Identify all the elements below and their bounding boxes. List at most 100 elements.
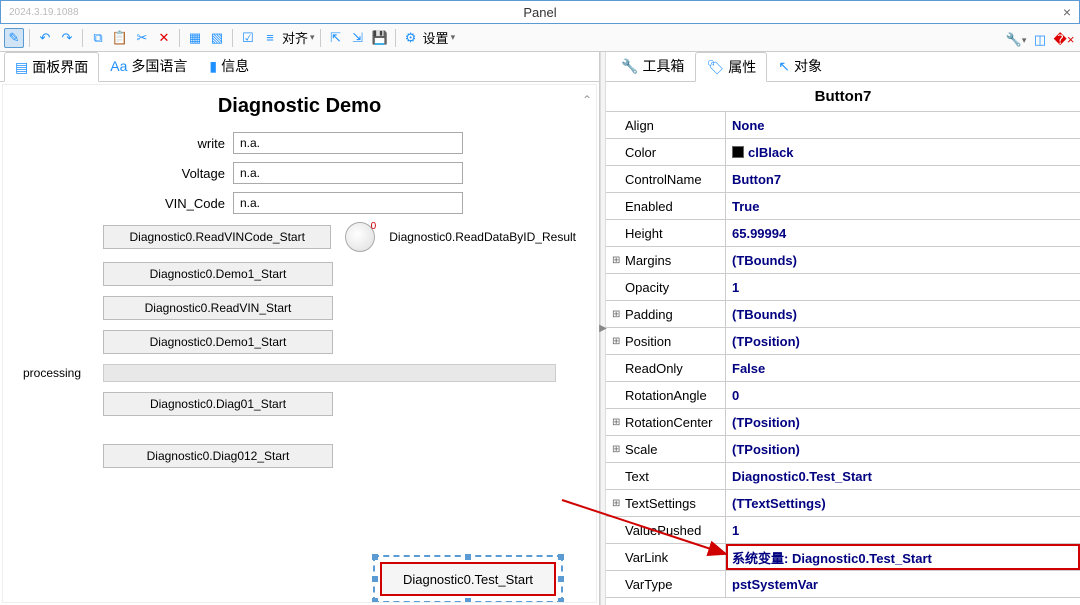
import-icon[interactable]: ⇲ <box>348 28 368 48</box>
btn-diag012[interactable]: Diagnostic0.Diag012_Start <box>103 444 333 468</box>
prop-value[interactable]: (TPosition) <box>726 328 1080 354</box>
prop-value[interactable]: 1 <box>726 274 1080 300</box>
prop-row[interactable]: VarTypepstSystemVar <box>606 571 1080 598</box>
prop-key: Opacity <box>625 280 669 295</box>
input-voltage[interactable] <box>233 162 463 184</box>
align-dropdown[interactable]: 对齐▾ <box>282 28 315 47</box>
check-icon[interactable]: ☑ <box>238 28 258 48</box>
tab-properties[interactable]: 🏷属性 <box>695 52 767 82</box>
label-result: Diagnostic0.ReadDataByID_Result <box>389 230 576 244</box>
prop-row[interactable]: ⊞Padding(TBounds) <box>606 301 1080 328</box>
tab-toolbox[interactable]: 🔧工具箱 <box>610 51 695 81</box>
export-icon[interactable]: ⇱ <box>326 28 346 48</box>
tab-multilang[interactable]: Aa多国语言 <box>99 51 198 81</box>
right-tabstrip: 🔧工具箱 🏷属性 ↖对象 <box>606 52 1080 82</box>
prop-row[interactable]: ⊞Scale(TPosition) <box>606 436 1080 463</box>
copy-icon[interactable]: ⧉ <box>88 28 108 48</box>
btn-demo1-b[interactable]: Diagnostic0.Demo1_Start <box>103 330 333 354</box>
close-red-icon[interactable]: �× <box>1054 30 1074 50</box>
tab-objects[interactable]: ↖对象 <box>767 51 833 81</box>
input-write[interactable] <box>233 132 463 154</box>
prop-value[interactable]: (TPosition) <box>726 409 1080 435</box>
window-icon[interactable]: ◫ <box>1030 30 1050 50</box>
cut-icon[interactable]: ✂ <box>132 28 152 48</box>
align-icon[interactable]: ≡ <box>260 28 280 48</box>
prop-value[interactable]: 1 <box>726 517 1080 543</box>
edit-tool-icon[interactable]: ✎ <box>4 28 24 48</box>
prop-value[interactable]: True <box>726 193 1080 219</box>
btn-read-vincode[interactable]: Diagnostic0.ReadVINCode_Start <box>103 225 331 249</box>
prop-row[interactable]: Enabled True <box>606 193 1080 220</box>
prop-key: ValuePushed <box>625 523 701 538</box>
prop-row[interactable]: ⊞TextSettings(TTextSettings) <box>606 490 1080 517</box>
prop-key: VarLink <box>625 550 668 565</box>
prop-value[interactable]: 系统变量: Diagnostic0.Test_Start <box>726 544 1080 570</box>
prop-row[interactable]: ColorclBlack <box>606 139 1080 166</box>
prop-value[interactable]: clBlack <box>726 139 1080 165</box>
page-title: Diagnostic Demo <box>3 95 596 118</box>
prop-row[interactable]: VarLink 系统变量: Diagnostic0.Test_Start <box>606 544 1080 571</box>
prop-row[interactable]: ValuePushed 1 <box>606 517 1080 544</box>
prop-key: Enabled <box>625 199 673 214</box>
window-title: Panel <box>523 5 556 20</box>
designer-canvas[interactable]: ⌃ Diagnostic Demo write Voltage VIN_Code <box>2 84 597 603</box>
label-vin-code: VIN_Code <box>23 196 233 211</box>
prop-key: Scale <box>625 442 658 457</box>
object-name: Button7 <box>606 82 1080 111</box>
prop-row[interactable]: RotationAngle0 <box>606 382 1080 409</box>
prop-row[interactable]: Height 65.99994 <box>606 220 1080 247</box>
prop-value[interactable]: pstSystemVar <box>726 571 1080 597</box>
close-icon[interactable]: × <box>1063 4 1071 20</box>
prop-row[interactable]: ⊞RotationCenter(TPosition) <box>606 409 1080 436</box>
prop-value[interactable]: (TBounds) <box>726 301 1080 327</box>
prop-key: Text <box>625 469 649 484</box>
prop-row[interactable]: ⊞Margins(TBounds) <box>606 247 1080 274</box>
paste-icon[interactable]: 📋 <box>110 28 130 48</box>
toolbar-right: 🔧▾ ◫ �× <box>1006 28 1074 52</box>
btn-diag01[interactable]: Diagnostic0.Diag01_Start <box>103 392 333 416</box>
prop-row[interactable]: ⊞Position(TPosition) <box>606 328 1080 355</box>
prop-value[interactable]: (TBounds) <box>726 247 1080 273</box>
settings-dropdown[interactable]: 设置▾ <box>423 28 456 47</box>
prop-value[interactable]: 0 <box>726 382 1080 408</box>
label-write: write <box>23 136 233 151</box>
redo-icon[interactable]: ↷ <box>57 28 77 48</box>
prop-key: Height <box>625 226 663 241</box>
prop-value[interactable]: (TTextSettings) <box>726 490 1080 516</box>
save-icon[interactable]: 💾 <box>370 28 390 48</box>
progress-bar <box>103 364 556 382</box>
gauge-widget: 0 <box>345 222 375 252</box>
prop-row[interactable]: ReadOnlyFalse <box>606 355 1080 382</box>
left-tabstrip: ▤面板界面 Aa多国语言 ▮信息 <box>0 52 599 82</box>
prop-value[interactable]: False <box>726 355 1080 381</box>
wrench-icon[interactable]: 🔧▾ <box>1006 30 1026 50</box>
label-processing: processing <box>23 366 103 380</box>
label-voltage: Voltage <box>23 166 233 181</box>
undo-icon[interactable]: ↶ <box>35 28 55 48</box>
delete-icon[interactable]: ✕ <box>154 28 174 48</box>
tab-info[interactable]: ▮信息 <box>198 51 260 81</box>
prop-value[interactable]: Diagnostic0.Test_Start <box>726 463 1080 489</box>
scroll-up-icon[interactable]: ⌃ <box>582 93 592 107</box>
prop-value[interactable]: None <box>726 112 1080 138</box>
tab-panel-ui[interactable]: ▤面板界面 <box>4 52 99 82</box>
btn-read-vin[interactable]: Diagnostic0.ReadVIN_Start <box>103 296 333 320</box>
input-vin-code[interactable] <box>233 192 463 214</box>
layer-front-icon[interactable]: ▦ <box>185 28 205 48</box>
btn-demo1-a[interactable]: Diagnostic0.Demo1_Start <box>103 262 333 286</box>
prop-row[interactable]: Text Diagnostic0.Test_Start <box>606 463 1080 490</box>
prop-row[interactable]: Opacity 1 <box>606 274 1080 301</box>
prop-key: ControlName <box>625 172 702 187</box>
settings-gear-icon[interactable]: ⚙ <box>401 28 421 48</box>
prop-key: TextSettings <box>625 496 696 511</box>
prop-value[interactable]: Button7 <box>726 166 1080 192</box>
prop-row[interactable]: ControlName Button7 <box>606 166 1080 193</box>
toolbar: ✎ ↶ ↷ ⧉ 📋 ✂ ✕ ▦ ▧ ☑ ≡ 对齐▾ ⇱ ⇲ 💾 ⚙ 设置▾ <box>0 24 1080 52</box>
prop-key: Align <box>625 118 654 133</box>
prop-value[interactable]: 65.99994 <box>726 220 1080 246</box>
prop-value[interactable]: (TPosition) <box>726 436 1080 462</box>
prop-row[interactable]: Align None <box>606 112 1080 139</box>
layer-back-icon[interactable]: ▧ <box>207 28 227 48</box>
selected-button[interactable]: Diagnostic0.Test_Start <box>373 555 563 603</box>
prop-key: Position <box>625 334 671 349</box>
